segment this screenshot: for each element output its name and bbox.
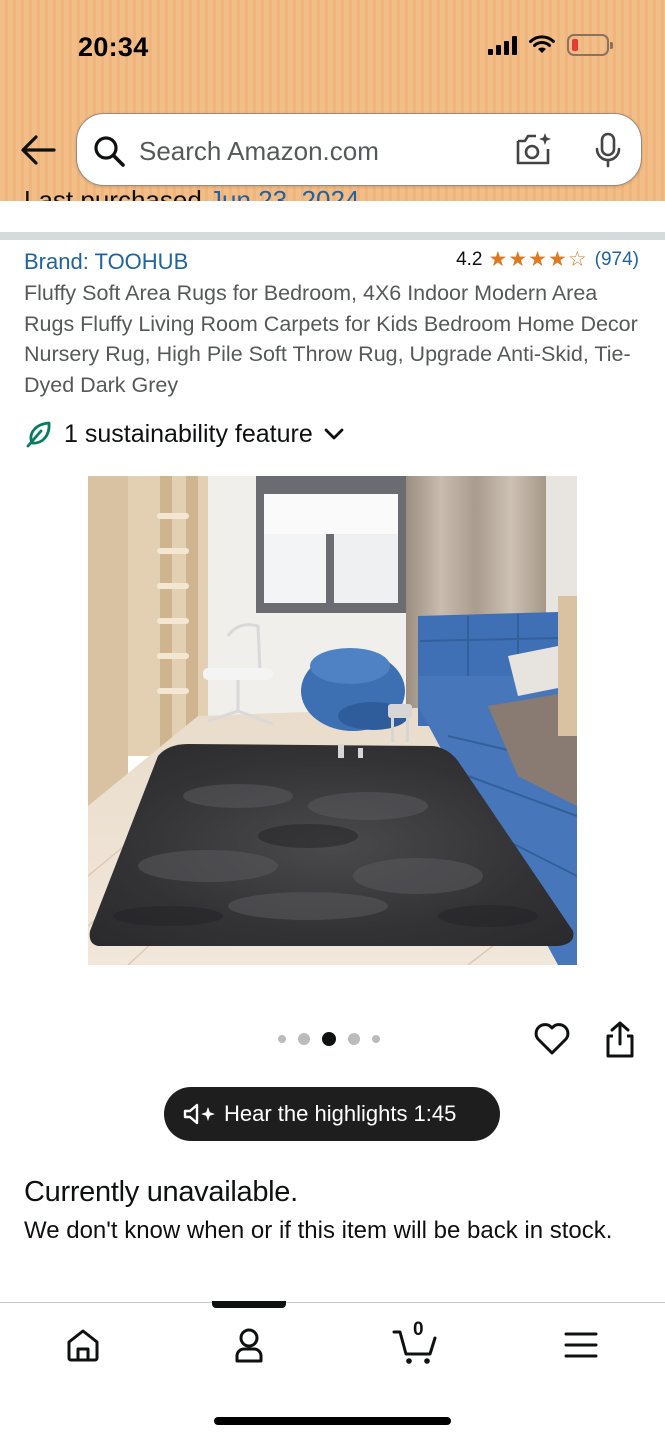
back-button[interactable] [18, 132, 58, 168]
star-full-icon: ★ [528, 248, 547, 271]
nav-home-button[interactable] [58, 1323, 108, 1367]
availability-title: Currently unavailable. [24, 1176, 298, 1208]
status-bar: 20:34 [0, 0, 665, 100]
brand-link[interactable]: Brand: TOOHUB [24, 249, 188, 275]
heart-icon [534, 1023, 570, 1055]
star-full-icon: ★ [488, 248, 508, 271]
rating-count[interactable]: (974) [595, 249, 639, 271]
star-rating: ★ ★ ★ ★ ☆ [489, 249, 587, 271]
home-icon [67, 1329, 99, 1362]
status-time: 20:34 [78, 32, 149, 62]
battery-icon [567, 34, 613, 56]
speaker-sparkle-icon [183, 1103, 215, 1125]
carousel-dot[interactable] [298, 1033, 310, 1045]
add-to-wishlist-button[interactable] [533, 1020, 571, 1063]
star-empty-icon: ☆ [567, 248, 587, 271]
share-icon [606, 1021, 634, 1058]
leaf-icon [26, 421, 51, 448]
active-tab-indicator [212, 1301, 286, 1308]
microphone-icon[interactable] [592, 131, 624, 169]
nav-account-button[interactable] [224, 1323, 274, 1367]
app-header: 20:34 [0, 0, 665, 201]
carousel-dot[interactable] [348, 1033, 360, 1045]
rating-value: 4.2 [456, 249, 483, 270]
last-purchased-date[interactable]: Jun 23, 2024 [209, 186, 359, 201]
hear-highlights-label: Hear the highlights 1:45 [224, 1101, 457, 1126]
home-indicator [214, 1417, 451, 1425]
share-button[interactable] [602, 1020, 638, 1065]
search-input[interactable] [139, 134, 499, 168]
hamburger-menu-icon [564, 1332, 598, 1358]
rug-photo-illustration [88, 476, 577, 965]
sustainability-label: 1 sustainability feature [64, 419, 313, 448]
account-icon [235, 1328, 263, 1363]
carousel-dot-active[interactable] [322, 1032, 336, 1046]
cellular-signal-icon [488, 35, 517, 55]
image-carousel-indicator[interactable] [272, 1032, 386, 1046]
search-icon [94, 136, 125, 167]
carousel-dot[interactable] [372, 1035, 380, 1043]
wifi-icon [529, 35, 555, 53]
sustainability-features[interactable]: 1 sustainability feature [24, 419, 345, 449]
nav-menu-button[interactable] [556, 1323, 606, 1367]
chevron-down-icon [324, 428, 344, 440]
back-arrow-icon [21, 135, 56, 165]
availability-message: We don't know when or if this item will … [24, 1217, 613, 1244]
status-icons [488, 34, 613, 56]
carousel-dot[interactable] [278, 1035, 286, 1043]
hear-highlights-button[interactable]: Hear the highlights 1:45 [164, 1087, 500, 1141]
product-image[interactable] [88, 476, 577, 965]
search-bar[interactable] [76, 113, 642, 186]
last-purchased-label: Last purchased [24, 186, 210, 201]
last-purchased-note: Last purchased Jun 23, 2024 [24, 186, 359, 201]
star-full-icon: ★ [508, 248, 528, 271]
product-title: Fluffy Soft Area Rugs for Bedroom, 4X6 I… [24, 281, 638, 397]
rating-summary[interactable]: 4.2 ★ ★ ★ ★ ☆ (974) [456, 249, 639, 271]
cart-count-badge: 0 [413, 1319, 424, 1340]
camera-search-icon[interactable] [514, 131, 554, 169]
section-divider [0, 232, 665, 240]
star-full-icon: ★ [547, 248, 567, 271]
